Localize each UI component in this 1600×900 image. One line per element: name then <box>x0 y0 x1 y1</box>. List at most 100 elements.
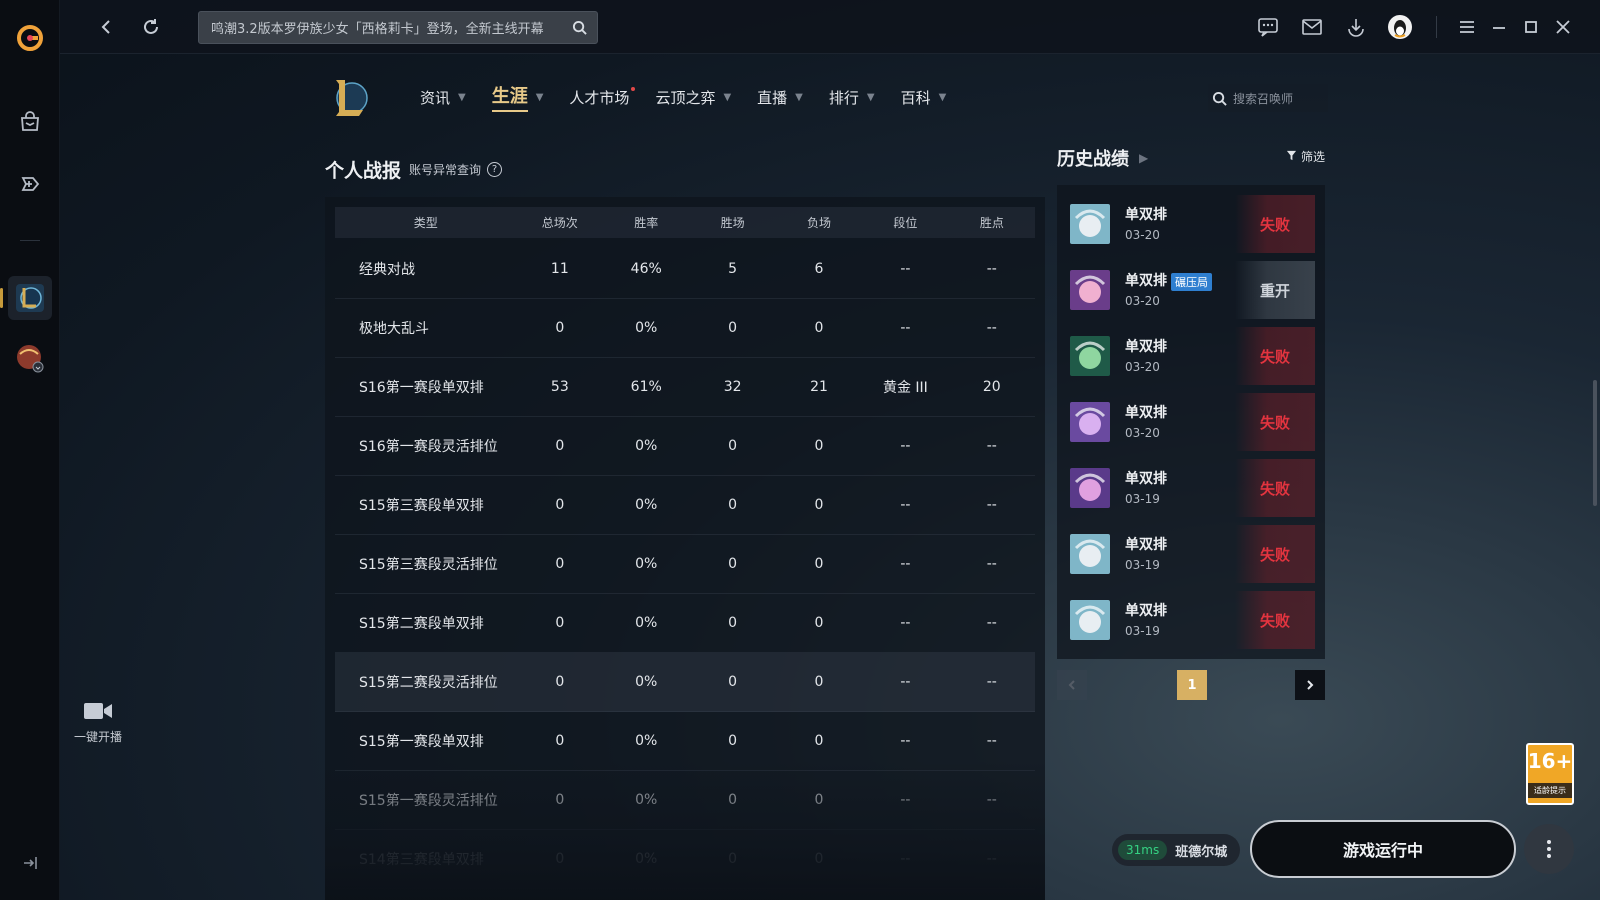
store-bag-icon[interactable] <box>8 100 52 144</box>
nav-wiki[interactable]: 百科 ▼ <box>901 82 947 112</box>
nav-live-label: 直播 <box>757 88 788 107</box>
cell-value: 0 <box>814 320 824 336</box>
champion-avatar <box>1070 468 1110 508</box>
account-check-label: 账号异常查询 <box>409 163 482 177</box>
nav-tft[interactable]: 云顶之弈 ▼ <box>655 82 731 112</box>
match-item[interactable]: 单双排 03-19 失败 <box>1067 591 1315 649</box>
server-status[interactable]: 31ms 班德尔城 <box>1112 834 1240 866</box>
table-row[interactable]: S15第二赛段单双排 0 0% 0 0 -- -- <box>335 594 1035 653</box>
cell-value: 0 <box>555 320 565 336</box>
table-row[interactable]: 经典对战 11 46% 5 6 -- -- <box>335 240 1035 299</box>
match-item[interactable]: 单双排 03-20 失败 <box>1067 393 1315 451</box>
video-camera-icon <box>83 700 113 722</box>
search-icon[interactable] <box>572 20 587 35</box>
cell-type: S15第一赛段单双排 <box>359 734 484 750</box>
back-icon[interactable] <box>92 12 122 42</box>
news-search-bar[interactable]: 鸣潮3.2版本罗伊族少女「西格莉卡」登场，全新主线开幕 <box>198 11 598 44</box>
cell-value: -- <box>986 674 997 690</box>
nav-ranking[interactable]: 排行 ▼ <box>829 82 875 112</box>
game-add-icon[interactable] <box>8 162 52 206</box>
nav-news-label: 资讯 <box>420 88 451 107</box>
cell-value: 21 <box>810 379 828 395</box>
page-1-button[interactable]: 1 <box>1177 670 1207 700</box>
left-rail <box>0 0 60 900</box>
lol-game-icon[interactable] <box>0 276 52 320</box>
search-icon <box>1212 91 1227 106</box>
header-lp: 胜点 <box>979 216 1004 230</box>
header-rank: 段位 <box>893 216 918 230</box>
match-item[interactable]: 单双排 03-19 失败 <box>1067 459 1315 517</box>
app-logo-icon[interactable] <box>8 16 52 60</box>
other-game-icon[interactable] <box>8 336 52 380</box>
match-mode: 单双排 <box>1125 339 1167 355</box>
match-item[interactable]: 单双排 03-20 失败 <box>1067 195 1315 253</box>
cell-value: 0 <box>728 674 738 690</box>
match-mode: 单双排 <box>1125 405 1167 421</box>
table-row[interactable]: S15第一赛段灵活排位 0 0% 0 0 -- -- <box>335 771 1035 830</box>
match-item[interactable]: 单双排 碾压局 03-20 重开 <box>1067 261 1315 319</box>
game-running-button[interactable]: 游戏运行中 <box>1250 820 1516 878</box>
nav-career[interactable]: 生涯 ▼ <box>491 82 543 112</box>
help-icon[interactable]: ? <box>487 162 503 177</box>
stats-table: 类型 总场次 胜率 胜场 负场 段位 胜点 经典对战 11 46% 5 6 -- -- 极地大… <box>325 197 1045 900</box>
nav-live[interactable]: 直播 ▼ <box>757 82 803 112</box>
cell-value: -- <box>900 261 911 277</box>
filter-button[interactable]: 筛选 <box>1286 148 1325 165</box>
match-result: 失败 <box>1235 393 1315 451</box>
cell-value: 0 <box>728 615 738 631</box>
notification-dot <box>631 87 636 91</box>
cell-value: 6 <box>814 261 824 277</box>
cell-value: -- <box>900 733 911 749</box>
table-row[interactable]: 极地大乱斗 0 0% 0 0 -- -- <box>335 299 1035 358</box>
header-wins: 胜场 <box>720 216 745 230</box>
match-item[interactable]: 单双排 03-20 失败 <box>1067 327 1315 385</box>
cell-type: 经典对战 <box>359 262 415 278</box>
refresh-icon[interactable] <box>136 12 166 42</box>
one-key-stream-button[interactable]: 一键开播 <box>68 700 128 745</box>
cell-value: 0 <box>814 674 824 690</box>
lol-logo[interactable] <box>328 76 370 120</box>
filter-label: 筛选 <box>1301 150 1326 164</box>
match-result: 失败 <box>1235 591 1315 649</box>
table-row[interactable]: S16第一赛段灵活排位 0 0% 0 0 -- -- <box>335 417 1035 476</box>
cell-value: 0% <box>635 497 658 513</box>
chevron-down-icon: ▼ <box>795 91 803 103</box>
cell-value: 61% <box>630 379 662 395</box>
chat-icon[interactable] <box>1253 12 1283 42</box>
match-history-title-label: 历史战绩 <box>1057 149 1129 170</box>
summoner-search-input[interactable]: 搜索召唤师 <box>1208 84 1328 112</box>
table-row[interactable]: S14第三赛段单双排 0 0% 0 0 -- -- <box>335 830 1035 889</box>
age-rating-badge[interactable]: 16+ 适龄提示 <box>1526 743 1574 805</box>
download-icon[interactable] <box>1341 12 1371 42</box>
cell-type: S15第三赛段单双排 <box>359 498 484 514</box>
more-options-icon[interactable] <box>1524 824 1574 874</box>
table-row[interactable]: S15第二赛段灵活排位 0 0% 0 0 -- -- <box>335 653 1035 712</box>
cell-value: -- <box>986 792 997 808</box>
nav-talent-market[interactable]: 人才市场 <box>569 82 636 112</box>
maximize-icon[interactable] <box>1516 12 1546 42</box>
prev-page-button[interactable] <box>1057 670 1087 700</box>
nav-news[interactable]: 资讯 ▼ <box>420 82 466 112</box>
account-check-link[interactable]: 账号异常查询 ? <box>409 161 503 178</box>
personal-stats-title: 个人战报 <box>325 160 402 182</box>
cell-value: 0 <box>814 615 824 631</box>
cell-value: -- <box>900 497 911 513</box>
user-avatar[interactable] <box>1385 12 1415 42</box>
next-page-button[interactable] <box>1295 670 1325 700</box>
match-item[interactable]: 单双排 03-19 失败 <box>1067 525 1315 583</box>
page-scrollbar[interactable] <box>1593 380 1597 506</box>
collapse-sidebar-icon[interactable] <box>19 852 41 874</box>
table-row[interactable]: S15第三赛段单双排 0 0% 0 0 -- -- <box>335 476 1035 535</box>
mail-icon[interactable] <box>1297 12 1327 42</box>
cell-value: 0 <box>555 792 565 808</box>
table-row[interactable]: S15第一赛段单双排 0 0% 0 0 -- -- <box>335 712 1035 771</box>
table-row[interactable]: S16第一赛段单双排 53 61% 32 21 黄金 III 20 <box>335 358 1035 417</box>
cell-type: 极地大乱斗 <box>359 321 429 337</box>
table-row[interactable]: S15第三赛段灵活排位 0 0% 0 0 -- -- <box>335 535 1035 594</box>
match-history-title[interactable]: 历史战绩 ▶ <box>1057 145 1148 171</box>
minimize-icon[interactable] <box>1484 12 1514 42</box>
match-date: 03-20 <box>1125 360 1160 374</box>
cell-value: -- <box>900 320 911 336</box>
close-icon[interactable] <box>1548 12 1578 42</box>
menu-icon[interactable] <box>1452 12 1482 42</box>
